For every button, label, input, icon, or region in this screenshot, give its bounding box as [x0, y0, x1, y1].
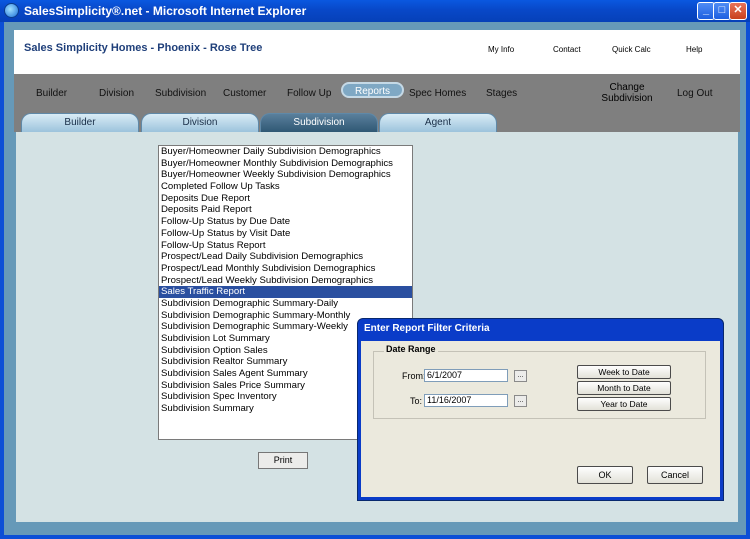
tab-division[interactable]: Division	[141, 113, 259, 132]
nav-subdivision[interactable]: Subdivision	[155, 88, 206, 99]
report-option[interactable]: Buyer/Homeowner Daily Subdivision Demogr…	[159, 146, 412, 158]
nav-builder[interactable]: Builder	[36, 88, 67, 99]
window-titlebar: SalesSimplicity®.net - Microsoft Interne…	[0, 0, 750, 22]
nav-reports[interactable]: Reports	[341, 82, 405, 98]
year-to-date-button[interactable]: Year to Date	[577, 397, 671, 411]
report-option[interactable]: Subdivision Demographic Summary-Daily	[159, 298, 412, 310]
print-button[interactable]: Print	[258, 452, 308, 469]
report-option[interactable]: Buyer/Homeowner Weekly Subdivision Demog…	[159, 169, 412, 181]
header-strip: Sales Simplicity Homes - Phoenix - Rose …	[14, 30, 740, 74]
internet-explorer-icon	[4, 3, 19, 18]
nav-stages[interactable]: Stages	[486, 88, 517, 99]
contact-link[interactable]: Contact	[553, 45, 581, 54]
report-option[interactable]: Follow-Up Status by Visit Date	[159, 228, 412, 240]
nav-spec-homes[interactable]: Spec Homes	[409, 88, 466, 99]
report-option[interactable]: Deposits Due Report	[159, 193, 412, 205]
date-range-group: Date Range From: 6/1/2007 ... To: 11/16/…	[373, 344, 706, 419]
report-option[interactable]: Prospect/Lead Monthly Subdivision Demogr…	[159, 263, 412, 275]
to-calendar-button[interactable]: ...	[514, 395, 527, 407]
filter-dialog: Enter Report Filter Criteria Date Range …	[357, 318, 724, 501]
ok-button[interactable]: OK	[577, 466, 633, 484]
report-option[interactable]: Completed Follow Up Tasks	[159, 181, 412, 193]
report-option[interactable]: Prospect/Lead Daily Subdivision Demograp…	[159, 251, 412, 263]
help-link[interactable]: Help	[686, 45, 702, 54]
report-option[interactable]: Buyer/Homeowner Monthly Subdivision Demo…	[159, 158, 412, 170]
site-title: Sales Simplicity Homes - Phoenix - Rose …	[24, 42, 263, 54]
tab-subdivision[interactable]: Subdivision	[260, 113, 378, 132]
logout-link[interactable]: Log Out	[677, 88, 713, 99]
report-option[interactable]: Follow-Up Status Report	[159, 240, 412, 252]
change-subdivision-link[interactable]: Change Subdivision	[597, 82, 657, 104]
main-nav: Builder Division Subdivision Customer Fo…	[14, 74, 740, 110]
report-option[interactable]: Follow-Up Status by Due Date	[159, 216, 412, 228]
from-date-input[interactable]: 6/1/2007	[424, 369, 508, 382]
tab-agent[interactable]: Agent	[379, 113, 497, 132]
dialog-title: Enter Report Filter Criteria	[364, 323, 490, 334]
nav-follow-up[interactable]: Follow Up	[287, 88, 331, 99]
report-option[interactable]: Deposits Paid Report	[159, 204, 412, 216]
month-to-date-button[interactable]: Month to Date	[577, 381, 671, 395]
report-option[interactable]: Sales Traffic Report	[159, 286, 412, 298]
nav-customer[interactable]: Customer	[223, 88, 266, 99]
close-window-button[interactable]: ✕	[729, 2, 747, 20]
nav-division[interactable]: Division	[99, 88, 134, 99]
quick-calc-link[interactable]: Quick Calc	[612, 45, 651, 54]
cancel-button[interactable]: Cancel	[647, 466, 703, 484]
report-option[interactable]: Prospect/Lead Weekly Subdivision Demogra…	[159, 275, 412, 287]
week-to-date-button[interactable]: Week to Date	[577, 365, 671, 379]
from-calendar-icon[interactable]: ...	[514, 370, 527, 382]
tab-builder[interactable]: Builder	[21, 113, 139, 132]
dialog-body: Date Range From: 6/1/2007 ... To: 11/16/…	[361, 341, 720, 497]
to-date-input[interactable]: 11/16/2007	[424, 394, 508, 407]
to-label: To:	[410, 396, 423, 406]
date-range-label: Date Range	[384, 344, 438, 354]
tab-bar: Builder Division Subdivision Agent	[14, 110, 740, 132]
window-title: SalesSimplicity®.net - Microsoft Interne…	[24, 4, 307, 18]
from-label: From:	[402, 371, 426, 381]
my-info-link[interactable]: My Info	[488, 45, 514, 54]
